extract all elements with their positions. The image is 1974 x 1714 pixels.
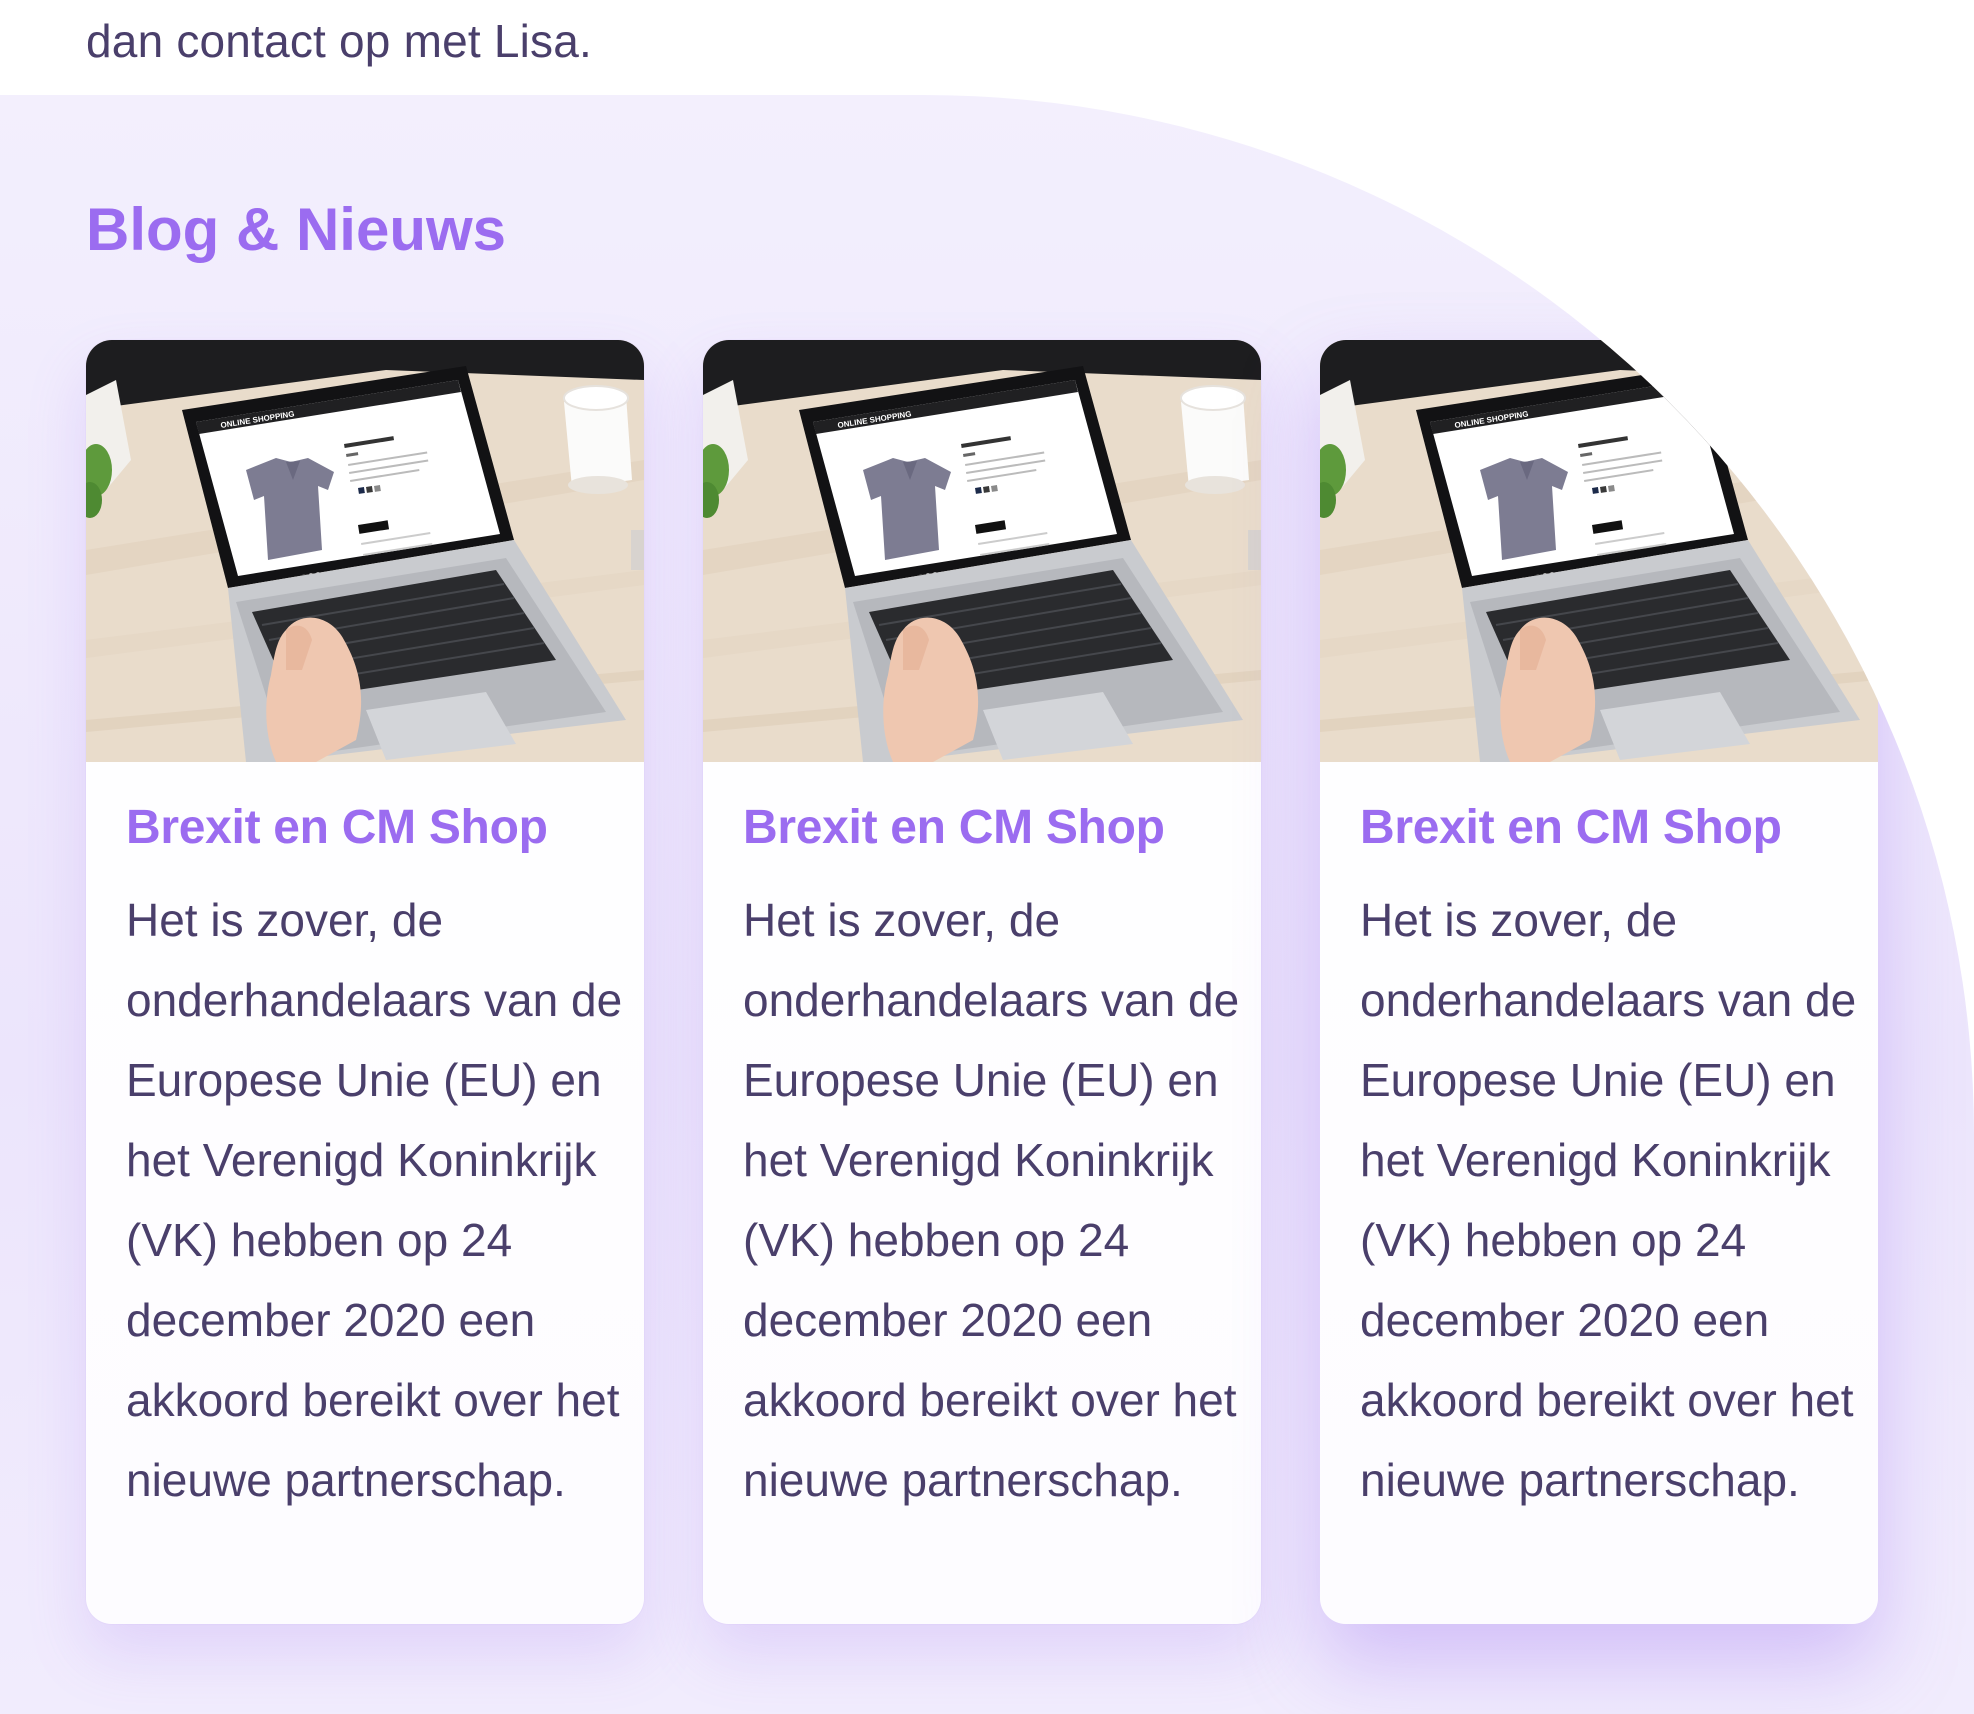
blog-card-excerpt: Het is zover, de onderhandelaars van de … [126, 894, 623, 1506]
blog-card-title[interactable]: Brexit en CM Shop [126, 800, 626, 855]
intro-text: dan contact op met Lisa. [86, 15, 592, 67]
blog-card-title[interactable]: Brexit en CM Shop [743, 800, 1243, 855]
blog-section: Blog & Nieuws Brexit en CM Shop Het is z… [0, 95, 1974, 1714]
blog-card[interactable]: Brexit en CM Shop Het is zover, de onder… [1320, 340, 1878, 1624]
blog-card-excerpt: Het is zover, de onderhandelaars van de … [1360, 894, 1857, 1506]
blog-card-image[interactable] [86, 340, 644, 762]
blog-section-title: Blog & Nieuws [86, 196, 507, 263]
blog-card-image[interactable] [703, 340, 1261, 762]
blog-card[interactable]: Brexit en CM Shop Het is zover, de onder… [703, 340, 1261, 1624]
blog-card-list: Brexit en CM Shop Het is zover, de onder… [0, 340, 1974, 1714]
blog-card-image[interactable] [1320, 340, 1878, 762]
blog-card[interactable]: Brexit en CM Shop Het is zover, de onder… [86, 340, 644, 1624]
blog-card-excerpt: Het is zover, de onderhandelaars van de … [743, 894, 1240, 1506]
blog-card-title[interactable]: Brexit en CM Shop [1360, 800, 1860, 855]
